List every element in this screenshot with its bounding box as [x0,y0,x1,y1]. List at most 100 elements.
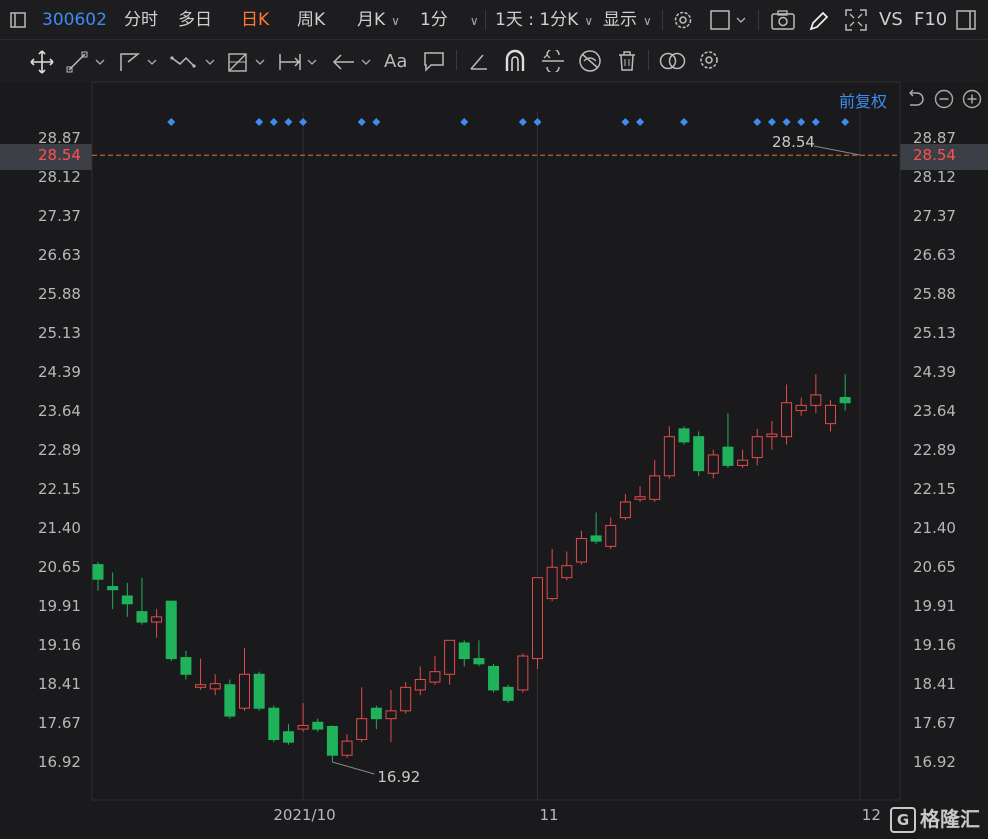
event-marker-icon [767,118,776,126]
y-tick-label: 22.15 [38,479,81,498]
event-marker-icon [460,118,469,126]
candle-body [107,586,119,591]
y-tick-label: 23.64 [913,402,956,421]
candle-body [165,600,177,660]
candle-body [180,657,192,675]
y-tick-label: 27.37 [913,207,956,226]
candle-body [561,565,573,579]
candle-body [781,402,793,438]
candle-body [429,671,441,683]
y-tick-label: 18.41 [38,675,81,694]
x-tick-label: 12 [861,806,881,824]
current-price-label: 28.54 [913,146,956,165]
candle-body [400,686,412,712]
y-tick-label: 21.40 [913,519,956,538]
event-marker-icon [299,118,308,126]
candle-body [488,665,500,691]
candle-body [751,436,763,459]
y-tick-label: 20.65 [913,558,956,577]
y-tick-label: 25.13 [913,324,956,343]
candle-body [136,611,148,623]
y-tick-label: 28.12 [913,168,956,187]
candlestick-chart[interactable]: 16.92 28.54 [0,0,988,839]
y-tick-label: 19.91 [38,596,81,615]
event-marker-icon [357,118,366,126]
candle-body [795,404,807,412]
y-tick-label: 25.88 [913,285,956,304]
event-marker-icon [753,118,762,126]
candle-body [649,475,661,500]
y-tick-label: 27.37 [38,207,81,226]
candle-body [195,684,207,688]
candle-body [473,658,485,665]
y-tick-label: 18.41 [913,675,956,694]
min-annotation-label: 16.92 [377,768,420,786]
min-annotation-leader [332,761,375,775]
y-tick-label: 24.39 [913,362,956,381]
candle-body [678,428,690,443]
watermark-logo: G 格隆汇 [890,803,980,833]
event-marker-icon [372,118,381,126]
candle-body [268,707,280,741]
candle-body [575,538,587,563]
candle-body [663,436,675,477]
plot-frame [91,81,901,801]
price-annotation-leader [813,145,862,156]
event-marker-icon [811,118,820,126]
y-tick-label: 23.64 [38,402,81,421]
y-tick-label: 26.63 [913,245,956,264]
y-tick-label: 22.15 [913,479,956,498]
y-tick-label: 25.13 [38,324,81,343]
event-marker-icon [621,118,630,126]
y-tick-label: 28.87 [913,129,956,147]
x-tick-label: 2021/10 [273,806,336,824]
event-marker-icon [255,118,264,126]
y-tick-label: 24.39 [38,362,81,381]
y-tick-label: 28.12 [38,168,81,187]
candle-body [209,683,221,690]
candle-body [312,721,324,730]
candle-body [385,710,397,720]
candle-body [282,731,294,743]
candle-body [517,655,529,691]
watermark-text: 格隆汇 [920,806,980,831]
candle-body [839,397,851,404]
event-marker-icon [518,118,527,126]
candle-body [707,454,719,474]
candle-body [341,740,353,756]
current-price-label: 28.54 [38,146,81,165]
event-marker-icon [533,118,542,126]
candle-body [414,678,426,691]
y-tick-label: 25.88 [38,285,81,304]
event-marker-icon [797,118,806,126]
event-marker-icon [636,118,645,126]
y-tick-label: 22.89 [38,441,81,460]
candle-body [810,394,822,406]
candle-body [546,566,558,600]
candle-body [458,642,470,660]
y-tick-label: 22.89 [913,441,956,460]
event-marker-icon [269,118,278,126]
candle-body [356,718,368,741]
candle-body [224,684,236,717]
candle-body [326,725,338,756]
candle-body [722,446,734,466]
candle-body [532,577,543,660]
candle-body [605,524,617,547]
candle-body [502,686,514,701]
candle-body [297,724,309,730]
candle-body [619,501,631,519]
event-marker-icon [841,118,850,126]
price-annotation-label: 28.54 [772,133,815,151]
y-tick-label: 28.87 [38,129,81,147]
candle-body [151,616,163,623]
y-tick-label: 20.65 [38,558,81,577]
candle-body [239,673,250,709]
y-tick-label: 16.92 [38,753,81,771]
candle-body [92,564,104,580]
candle-body [121,595,133,605]
event-marker-icon [782,118,791,126]
y-tick-label: 26.63 [38,245,81,264]
logo-icon: G [890,807,916,833]
y-tick-label: 19.16 [913,636,956,655]
